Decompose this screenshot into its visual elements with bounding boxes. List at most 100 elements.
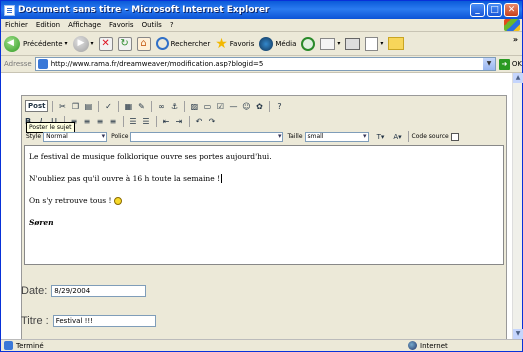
editor-toolbar-top: Post ✂ ❐ ▤ ✓ ▦ ✎ ∞ ⚓ ▨ ▭ ☑ — ☺ ✿ ? [22, 99, 506, 113]
menu-affichage[interactable]: Affichage [68, 21, 101, 29]
edit-button[interactable]: ▾ [365, 36, 383, 51]
back-button[interactable]: Précédente ▾ [4, 35, 68, 52]
help-icon[interactable]: ? [273, 100, 285, 112]
separator [118, 100, 120, 112]
stop-button[interactable]: ✕ [98, 36, 113, 51]
menu-bar: Fichier Edition Affichage Favoris Outils… [1, 19, 522, 32]
source-code-checkbox[interactable] [450, 132, 459, 141]
windows-logo-icon [504, 19, 520, 31]
separator [407, 131, 409, 142]
date-input[interactable]: 8/29/2004 [51, 285, 147, 297]
frame-icon[interactable]: ▭ [201, 100, 213, 112]
highlight-color-icon[interactable]: A▾ [392, 131, 404, 143]
mail-icon [320, 37, 336, 50]
minimize-button[interactable]: _ [470, 3, 485, 17]
chevron-down-icon[interactable]: ▾ [65, 40, 68, 47]
title-input[interactable]: Festival !!! [52, 315, 156, 327]
align-right-icon[interactable]: ≡ [94, 115, 106, 127]
style-select[interactable]: Normal [43, 131, 108, 142]
content-line: On s'y retrouve tous ! [29, 196, 499, 205]
size-select[interactable]: small [304, 131, 369, 142]
chevron-down-icon[interactable]: ▾ [337, 40, 340, 47]
separator [52, 100, 54, 112]
document-icon [4, 4, 15, 16]
security-zone: Internet [408, 341, 448, 350]
text-color-icon[interactable]: T▾ [375, 131, 387, 143]
scroll-down-icon[interactable]: ▼ [513, 329, 523, 339]
close-button[interactable]: ✕ [504, 3, 519, 17]
menu-favoris[interactable]: Favoris [109, 21, 134, 29]
content-line-text: N'oubliez pas qu'il ouvre à 16 h toute l… [29, 174, 221, 183]
emoticon-icon[interactable]: ☺ [240, 100, 252, 112]
chevron-down-icon[interactable]: ▼ [483, 58, 496, 70]
media-icon [259, 36, 274, 51]
go-button[interactable]: OK [512, 60, 522, 68]
numbered-list-icon[interactable]: ☰ [127, 115, 139, 127]
search-button[interactable]: Rechercher [155, 37, 210, 50]
history-button[interactable] [301, 36, 316, 51]
print-button[interactable] [345, 37, 361, 50]
date-row: Date: 8/29/2004 [21, 285, 147, 297]
page-icon [37, 59, 48, 69]
history-icon [301, 36, 316, 51]
editor-toolbar-styles: Style Normal Police Taille small T▾ A▾ C… [22, 130, 506, 143]
home-button[interactable]: ⌂ [136, 36, 151, 51]
pencil-icon[interactable]: ✎ [135, 100, 147, 112]
link-icon[interactable]: ∞ [155, 100, 167, 112]
date-value: 8/29/2004 [54, 287, 91, 295]
refresh-button[interactable]: ↻ [117, 36, 132, 51]
forward-button[interactable]: ▾ [72, 35, 94, 52]
undo-icon[interactable]: ↶ [193, 115, 205, 127]
print-icon [345, 37, 361, 50]
separator [151, 100, 153, 112]
editor-toolbar-format: B I U ≡ ≡ ≡ ≡ ☰ ☰ ⇤ ⇥ ↶ ↷ [22, 114, 506, 128]
horizontal-rule-icon[interactable]: — [227, 100, 239, 112]
editor-text-area[interactable]: Le festival de musique folklorique ouvre… [24, 145, 504, 265]
window-title: Document sans titre - Microsoft Internet… [18, 5, 270, 15]
title-label: Titre : [21, 315, 49, 327]
menu-edition[interactable]: Edition [36, 21, 60, 29]
toolbar-overflow-icon[interactable]: » [513, 35, 518, 44]
favorites-button[interactable]: ★ Favoris [215, 37, 254, 51]
table-icon[interactable]: ▦ [122, 100, 134, 112]
folder-button[interactable] [388, 37, 405, 50]
anchor-icon[interactable]: ⚓ [168, 100, 180, 112]
address-input[interactable]: http://www.rama.fr/dreamweaver/modificat… [34, 57, 497, 71]
back-arrow-icon [4, 35, 20, 52]
paste-icon[interactable]: ▤ [82, 100, 94, 112]
form-icon[interactable]: ☑ [214, 100, 226, 112]
font-select[interactable] [130, 131, 284, 142]
standard-toolbar: Précédente ▾ ▾ ✕ ↻ ⌂ Rechercher ★ Favori… [1, 32, 522, 56]
browser-window: Document sans titre - Microsoft Internet… [0, 0, 523, 352]
menu-fichier[interactable]: Fichier [5, 21, 28, 29]
special-char-icon[interactable]: ✿ [253, 100, 265, 112]
redo-icon[interactable]: ↷ [206, 115, 218, 127]
copy-icon[interactable]: ❐ [69, 100, 81, 112]
image-icon[interactable]: ▨ [188, 100, 200, 112]
indent-icon[interactable]: ⇥ [173, 115, 185, 127]
spellcheck-icon[interactable]: ✓ [102, 100, 114, 112]
scroll-up-icon[interactable]: ▲ [513, 73, 523, 83]
media-button[interactable]: Média [259, 36, 296, 51]
address-label: Adresse [4, 60, 32, 68]
post-label: Post [28, 102, 46, 110]
chevron-down-icon[interactable]: ▾ [91, 40, 94, 47]
address-bar: Adresse http://www.rama.fr/dreamweaver/m… [1, 56, 522, 73]
page-done-icon [4, 341, 13, 350]
rich-text-editor: Post ✂ ❐ ▤ ✓ ▦ ✎ ∞ ⚓ ▨ ▭ ☑ — ☺ ✿ ? B I U… [21, 95, 507, 339]
cut-icon[interactable]: ✂ [56, 100, 68, 112]
menu-help[interactable]: ? [170, 21, 174, 29]
post-button[interactable]: Post [25, 100, 49, 112]
home-icon: ⌂ [136, 36, 151, 51]
align-justify-icon[interactable]: ≡ [107, 115, 119, 127]
go-arrow-icon[interactable]: ➜ [499, 58, 510, 70]
menu-outils[interactable]: Outils [142, 21, 162, 29]
vertical-scrollbar[interactable]: ▲ ▼ [512, 73, 523, 339]
bullet-list-icon[interactable]: ☰ [140, 115, 152, 127]
align-center-icon[interactable]: ≡ [81, 115, 93, 127]
title-bar: Document sans titre - Microsoft Internet… [1, 1, 522, 19]
mail-button[interactable]: ▾ [320, 37, 340, 50]
chevron-down-icon[interactable]: ▾ [380, 40, 383, 47]
outdent-icon[interactable]: ⇤ [160, 115, 172, 127]
maximize-button[interactable]: □ [487, 3, 502, 17]
